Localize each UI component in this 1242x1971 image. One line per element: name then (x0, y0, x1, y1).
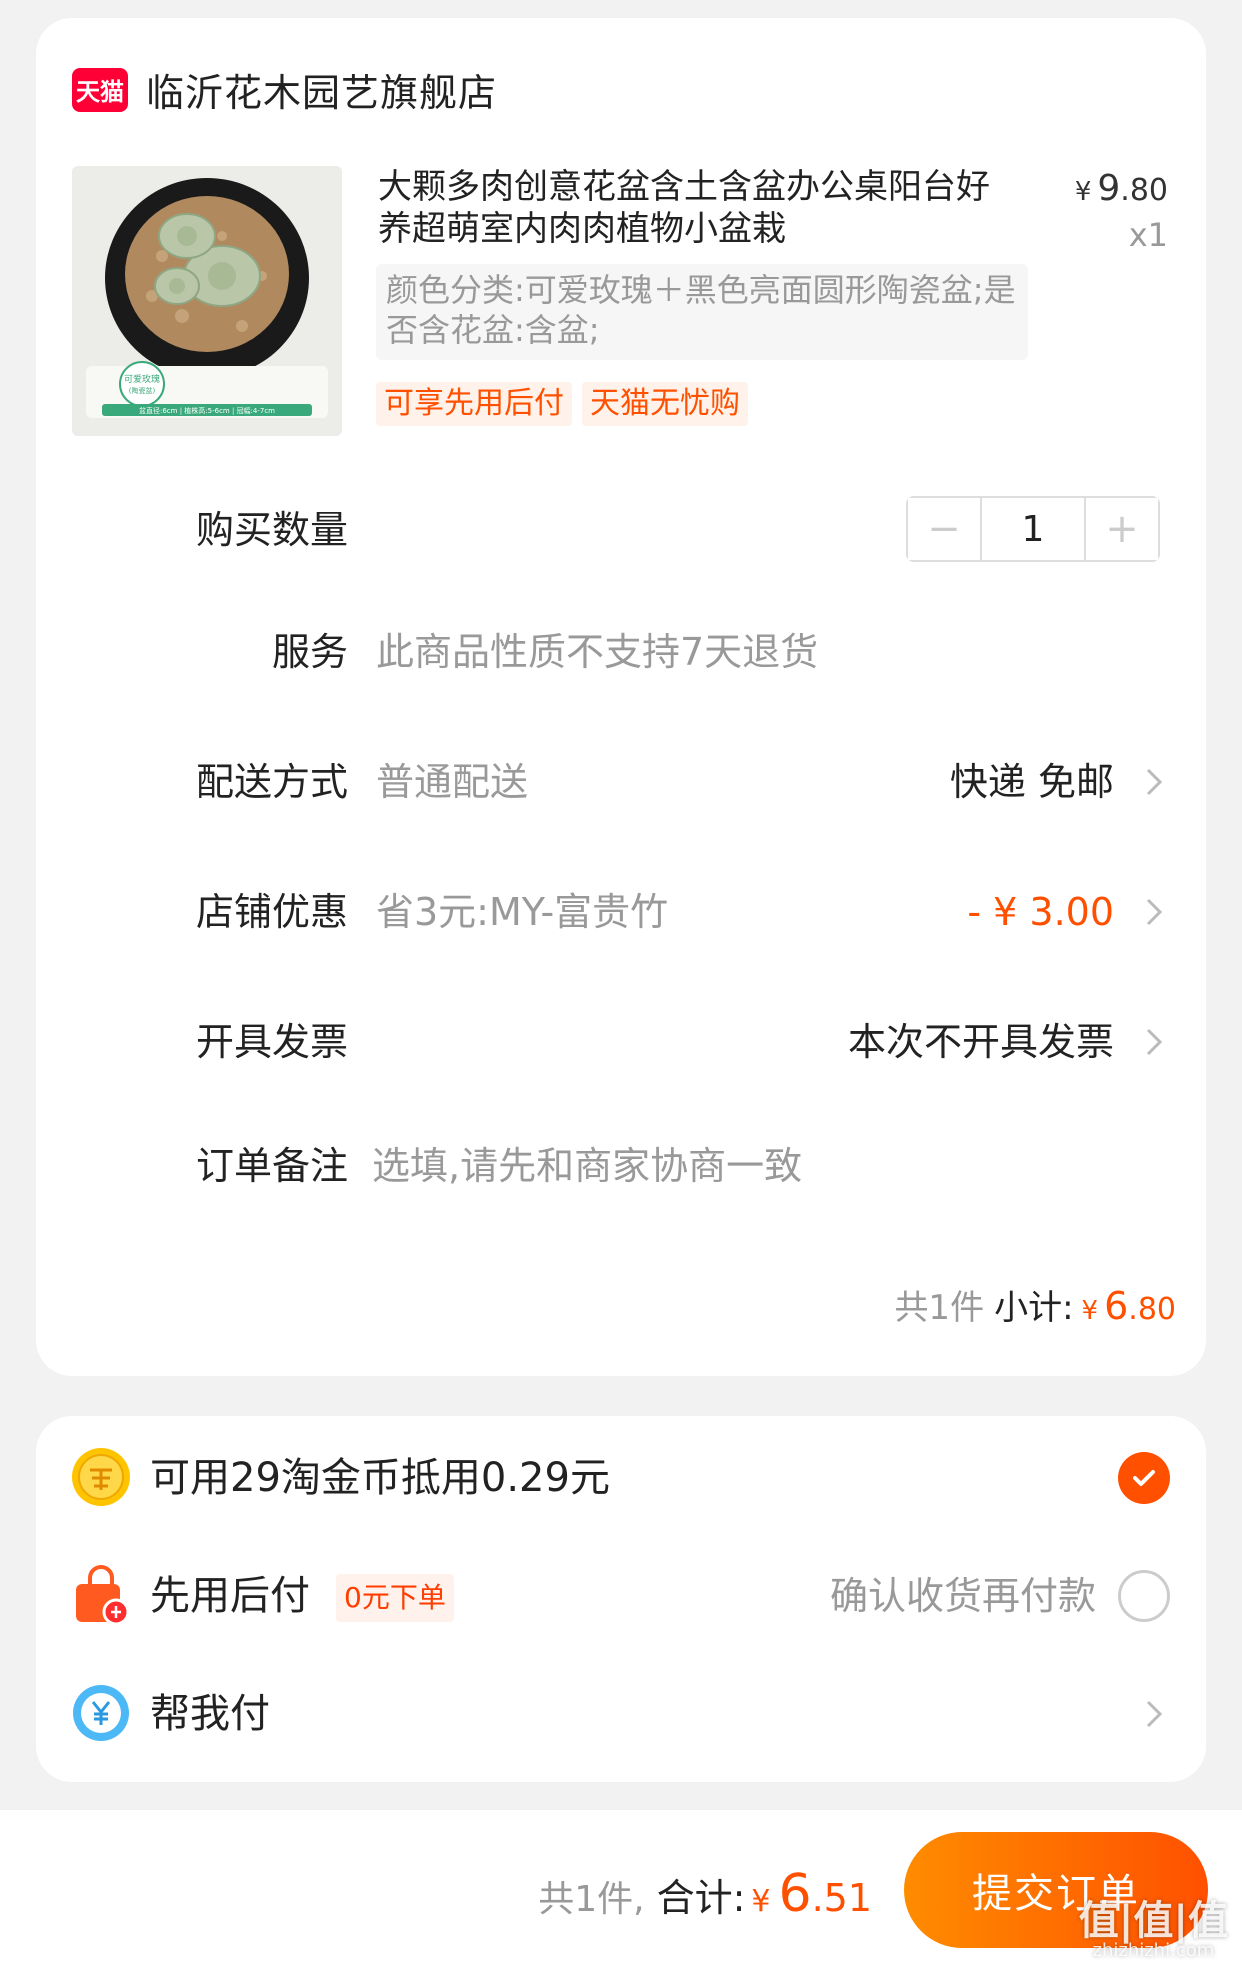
chevron-right-icon (1146, 1028, 1163, 1056)
shop-discount-row[interactable]: 店铺优惠 省3元:MY-富贵竹 - ¥ 3.00 (36, 882, 1206, 942)
service-label: 服务 (271, 630, 348, 674)
product-price: ¥9.80 (1075, 168, 1168, 209)
service-row: 服务 此商品性质不支持7天退货 (36, 622, 1206, 682)
pay-later-badge: 0元下单 (336, 1574, 454, 1622)
subtotal-count: 共1件 (894, 1288, 985, 1328)
watermark-text: 值|值|值 (1078, 1898, 1228, 1944)
watermark-sub: zhizhizhi.com (1092, 1940, 1215, 1961)
product-image[interactable]: 可爱玫瑰 (陶瓷盆) 盆直径:6cm | 植株高:5-6cm | 冠幅:4-7c… (72, 166, 342, 436)
product-title[interactable]: 大颗多肉创意花盆含土含盆办公桌阳台好养超萌室内肉肉植物小盆栽 (378, 166, 1018, 250)
yuan-coin-icon (73, 1685, 129, 1741)
checkout-bar: 共1件, 合计: ¥6.51 提交订单 值|值|值 zhizhizhi.com (0, 1810, 1242, 1971)
image-label: 可爱玫瑰 (124, 373, 160, 385)
product-quantity: x1 (1128, 216, 1168, 254)
shop-discount-value: 省3元:MY-富贵竹 (376, 890, 669, 934)
help-pay-row[interactable]: 帮我付 (36, 1674, 1206, 1754)
service-value: 此商品性质不支持7天退货 (376, 630, 819, 674)
note-input[interactable]: 选填,请先和商家协商一致 (372, 1136, 802, 1196)
chevron-right-icon (1146, 898, 1163, 926)
coins-row[interactable]: 可用29淘金币抵用0.29元 (36, 1438, 1206, 1518)
total-currency: ¥ (751, 1884, 771, 1919)
coins-checkbox[interactable] (1118, 1452, 1170, 1504)
total-label: 合计: (656, 1876, 746, 1920)
delivery-method: 快递 免邮 (949, 760, 1114, 804)
price-decimal: .80 (1120, 173, 1168, 208)
note-label: 订单备注 (195, 1144, 348, 1188)
subtotal-integer: 6 (1104, 1284, 1129, 1328)
delivery-value: 普通配送 (376, 760, 529, 804)
gold-coin-icon (72, 1448, 130, 1506)
order-card: 天猫 临沂花木园艺旗舰店 可爱玫瑰 (陶瓷盆) 盆直径:6cm | 植株高:5-… (36, 18, 1206, 1376)
decrease-button[interactable]: − (908, 498, 980, 560)
order-total: 共1件, 合计: ¥6.51 (538, 1864, 872, 1924)
invoice-label: 开具发票 (195, 1020, 348, 1064)
subtotal: 共1件 小计: ¥6.80 (894, 1280, 1176, 1329)
total-integer: 6 (778, 1864, 812, 1924)
price-currency: ¥ (1074, 177, 1092, 207)
subtotal-price: ¥6.80 (1074, 1284, 1176, 1328)
note-row: 订单备注 选填,请先和商家协商一致 (36, 1136, 1206, 1196)
shopping-bag-icon (76, 1565, 130, 1626)
check-icon (1133, 1470, 1155, 1486)
delivery-row[interactable]: 配送方式 普通配送 快递 免邮 (36, 752, 1206, 812)
total-price: ¥6.51 (745, 1864, 872, 1924)
delivery-label: 配送方式 (195, 760, 348, 804)
subtotal-currency: ¥ (1081, 1296, 1099, 1326)
payment-card: 可用29淘金币抵用0.29元 先用后付 0元下单 确认收货再付款 帮我付 (36, 1416, 1206, 1782)
shop-name[interactable]: 临沂花木园艺旗舰店 (146, 62, 497, 117)
quantity-stepper[interactable]: − 1 + (906, 496, 1160, 562)
pay-later-text: 先用后付 (150, 1573, 310, 1619)
coins-text: 可用29淘金币抵用0.29元 (150, 1455, 610, 1501)
invoice-row[interactable]: 开具发票 本次不开具发票 (36, 1012, 1206, 1072)
pay-later-desc: 确认收货再付款 (829, 1574, 1096, 1618)
shop-discount-label: 店铺优惠 (195, 890, 348, 934)
shop-header[interactable]: 天猫 临沂花木园艺旗舰店 (72, 62, 497, 117)
watermark: 值|值|值 zhizhizhi.com (1079, 1901, 1228, 1961)
pay-later-radio[interactable] (1118, 1570, 1170, 1622)
increase-button[interactable]: + (1086, 498, 1158, 560)
tag-pay-later: 可享先用后付 (376, 382, 572, 426)
price-integer: 9 (1097, 168, 1121, 209)
tmall-logo: 天猫 (72, 67, 128, 112)
subtotal-decimal: .80 (1128, 1292, 1176, 1327)
total-decimal: .51 (811, 1876, 872, 1920)
chevron-right-icon (1146, 768, 1163, 796)
quantity-value[interactable]: 1 (980, 498, 1086, 560)
succulent-pot-illustration: 可爱玫瑰 (陶瓷盆) 盆直径:6cm | 植株高:5-6cm | 冠幅:4-7c… (72, 166, 342, 436)
chevron-right-icon (1146, 1700, 1163, 1728)
sku-selection[interactable]: 颜色分类:可爱玫瑰＋黑色亮面圆形陶瓷盆;是否含花盆:含盆; (376, 264, 1028, 360)
tag-tmall-worry-free: 天猫无忧购 (582, 382, 748, 426)
pay-later-row[interactable]: 先用后付 0元下单 确认收货再付款 (36, 1556, 1206, 1636)
image-specs: 盆直径:6cm | 植株高:5-6cm | 冠幅:4-7cm (139, 406, 275, 415)
quantity-label: 购买数量 (195, 508, 348, 552)
invoice-value: 本次不开具发票 (847, 1020, 1114, 1064)
total-count: 共1件, (538, 1879, 645, 1920)
shop-discount-amount: - ¥ 3.00 (967, 890, 1114, 934)
subtotal-label: 小计: (994, 1288, 1074, 1328)
help-pay-text: 帮我付 (150, 1691, 270, 1737)
image-sublabel: (陶瓷盆) (129, 386, 156, 395)
